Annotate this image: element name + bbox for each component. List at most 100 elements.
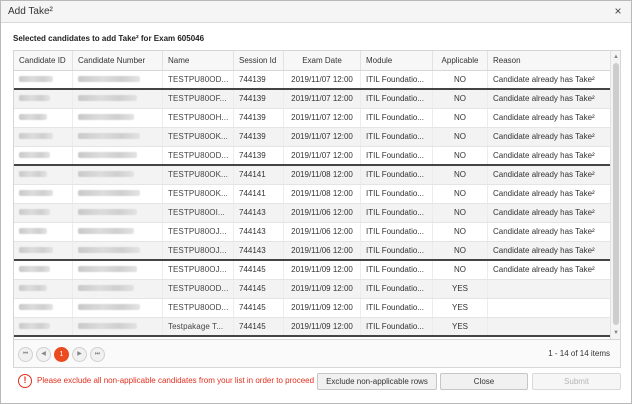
cell-reason-text: Candidate already has Take² <box>493 265 595 274</box>
column-header-reason[interactable]: Reason <box>488 51 611 70</box>
cell-reason: Candidate already has Take² <box>488 261 611 279</box>
cell-reason-text: Candidate already has Take² <box>493 132 595 141</box>
cell-candidate-id-redacted <box>14 185 73 203</box>
scroll-up-icon[interactable]: ▲ <box>611 52 621 62</box>
vertical-scrollbar[interactable]: ▲ ▼ <box>610 51 620 339</box>
last-page-icon[interactable]: ⏭ <box>90 347 105 362</box>
redacted-value <box>19 113 47 120</box>
close-icon[interactable]: × <box>611 4 625 18</box>
column-header-exam-date[interactable]: Exam Date <box>284 51 361 70</box>
cell-module: ITIL Foundatio... <box>361 147 433 164</box>
cell-session-text: 744143 <box>239 246 266 255</box>
cell-applicable: NO <box>433 147 488 164</box>
redacted-value <box>78 284 134 291</box>
redacted-value <box>19 227 47 234</box>
cell-applicable-text: YES <box>451 322 468 331</box>
scrollbar-thumb[interactable] <box>613 63 619 325</box>
cell-candidate-number-redacted <box>73 223 163 241</box>
cell-applicable-text: NO <box>454 246 466 255</box>
table-row[interactable]: Testpakage T... 744145 2019/11/09 12:00 ITI… <box>14 318 611 337</box>
table-row[interactable]: TESTPU80OJ... 744143 2019/11/06 12:00 ITIL … <box>14 223 611 242</box>
cell-name: TESTPU80OK... <box>163 128 234 146</box>
cell-session-text: 744145 <box>239 284 266 293</box>
cell-session-text: 744139 <box>239 151 266 160</box>
cell-applicable: YES <box>433 280 488 298</box>
cell-candidate-number-redacted <box>73 318 163 335</box>
submit-button[interactable]: Submit <box>532 373 621 390</box>
cell-reason: Candidate already has Take² <box>488 185 611 203</box>
cell-reason: Candidate already has Take² <box>488 90 611 108</box>
cell-session-text: 744143 <box>239 208 266 217</box>
cell-session-text: 744145 <box>239 303 266 312</box>
cell-module: ITIL Foundatio... <box>361 128 433 146</box>
table-row[interactable]: TESTPU80OK... 744139 2019/11/07 12:00 ITIL … <box>14 128 611 147</box>
column-header-session-id[interactable]: Session Id <box>234 51 284 70</box>
table-row[interactable]: TESTPU80OF... 744139 2019/11/07 12:00 ITIL … <box>14 90 611 109</box>
redacted-value <box>19 208 50 215</box>
cell-date: 2019/11/09 12:00 <box>284 280 361 298</box>
cell-reason <box>488 280 611 298</box>
exclude-non-applicable-button[interactable]: Exclude non-applicable rows <box>317 373 437 390</box>
cell-name-text: TESTPU80OK... <box>168 189 228 198</box>
table-row[interactable]: TESTPU80OI... 744143 2019/11/06 12:00 ITIL … <box>14 204 611 223</box>
column-header-candidate-id[interactable]: Candidate ID <box>14 51 73 70</box>
column-header-module[interactable]: Module <box>361 51 433 70</box>
cell-reason-text: Candidate already has Take² <box>493 208 595 217</box>
cell-candidate-number-redacted <box>73 204 163 222</box>
cell-reason-text: Candidate already has Take² <box>493 94 595 103</box>
cell-name: TESTPU80OK... <box>163 166 234 184</box>
cell-session: 744139 <box>234 128 284 146</box>
table-row[interactable]: TESTPU80OK... 744141 2019/11/08 12:00 ITIL … <box>14 185 611 204</box>
cell-date: 2019/11/07 12:00 <box>284 128 361 146</box>
cell-session: 744145 <box>234 280 284 298</box>
cell-applicable: NO <box>433 185 488 203</box>
cell-name: TESTPU80OD... <box>163 71 234 88</box>
cell-candidate-id-redacted <box>14 299 73 317</box>
cell-name: TESTPU80OJ... <box>163 223 234 241</box>
cell-candidate-number-redacted <box>73 280 163 298</box>
column-header-name[interactable]: Name <box>163 51 234 70</box>
candidates-grid: Candidate ID Candidate Number Name Sessi… <box>13 50 621 368</box>
cell-reason-text: Candidate already has Take² <box>493 227 595 236</box>
redacted-value <box>78 265 137 272</box>
redacted-value <box>78 151 137 158</box>
cell-module-text: ITIL Foundatio... <box>366 246 424 255</box>
prev-page-icon[interactable]: ◀ <box>36 347 51 362</box>
grid-pager: ⏮ ◀ 1 ▶ ⏭ 1 - 14 of 14 items <box>14 339 620 367</box>
next-page-icon[interactable]: ▶ <box>72 347 87 362</box>
cell-applicable-text: YES <box>451 284 468 293</box>
table-row[interactable]: TESTPU80OD... 744139 2019/11/07 12:00 ITIL … <box>14 71 611 90</box>
table-row[interactable]: TESTPU80OD... 744145 2019/11/09 12:00 ITIL … <box>14 299 611 318</box>
cell-date-text: 2019/11/07 12:00 <box>291 75 353 84</box>
cell-date-text: 2019/11/07 12:00 <box>291 113 353 122</box>
cell-module-text: ITIL Foundatio... <box>366 208 424 217</box>
cell-name-text: TESTPU80OD... <box>168 151 229 160</box>
cell-date-text: 2019/11/09 12:00 <box>291 303 353 312</box>
redacted-value <box>19 246 53 253</box>
cell-candidate-id-redacted <box>14 223 73 241</box>
cell-applicable-text: NO <box>454 94 466 103</box>
table-row[interactable]: TESTPU80OD... 744145 2019/11/09 12:00 ITIL … <box>14 280 611 299</box>
cell-candidate-id-redacted <box>14 242 73 259</box>
close-button[interactable]: Close <box>440 373 528 390</box>
cell-candidate-id-redacted <box>14 261 73 279</box>
column-header-applicable[interactable]: Applicable <box>433 51 488 70</box>
first-page-icon[interactable]: ⏮ <box>18 347 33 362</box>
cell-session: 744141 <box>234 185 284 203</box>
cell-name-text: TESTPU80OK... <box>168 170 228 179</box>
table-row[interactable]: TESTPU80OK... 744141 2019/11/08 12:00 ITIL … <box>14 166 611 185</box>
cell-session-text: 744145 <box>239 322 266 331</box>
cell-name-text: TESTPU80OJ... <box>168 246 227 255</box>
redacted-value <box>78 75 140 82</box>
column-header-candidate-number[interactable]: Candidate Number <box>73 51 163 70</box>
table-row[interactable]: TESTPU80OJ... 744143 2019/11/06 12:00 ITIL … <box>14 242 611 261</box>
cell-reason: Candidate already has Take² <box>488 128 611 146</box>
cell-applicable-text: NO <box>454 151 466 160</box>
table-row[interactable]: TESTPU80OJ... 744145 2019/11/09 12:00 ITIL … <box>14 261 611 280</box>
page-button-current[interactable]: 1 <box>54 347 69 362</box>
table-row[interactable]: TESTPU80OD... 744139 2019/11/07 12:00 ITIL … <box>14 147 611 166</box>
cell-session-text: 744143 <box>239 227 266 236</box>
table-row[interactable]: TESTPU80OH... 744139 2019/11/07 12:00 ITIL … <box>14 109 611 128</box>
cell-name-text: TESTPU80OJ... <box>168 265 227 274</box>
scroll-down-icon[interactable]: ▼ <box>611 328 621 338</box>
